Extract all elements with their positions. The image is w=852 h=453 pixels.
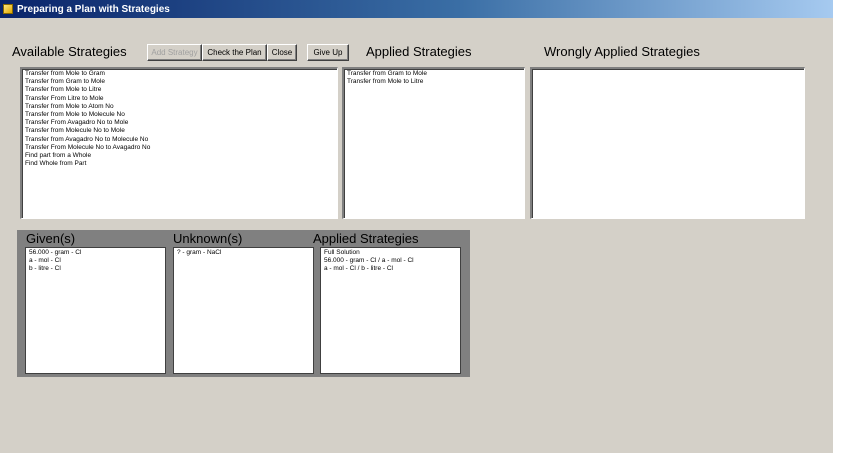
- applied-solution-item[interactable]: a - mol - Cl / b - litre - Cl: [324, 265, 457, 273]
- unknowns-list[interactable]: ? - gram - NaCl: [173, 247, 314, 374]
- unknowns-heading: Unknown(s): [173, 231, 243, 246]
- wrongly-applied-strategies-list[interactable]: [530, 67, 805, 219]
- applied-strategy-item[interactable]: Transfer from Mole to Litre: [347, 78, 521, 86]
- applied-strategies-panel-heading: Applied Strategies: [313, 231, 419, 246]
- applied-strategies-list[interactable]: Transfer from Gram to Mole Transfer from …: [342, 67, 525, 219]
- unknown-item[interactable]: ? - gram - NaCl: [177, 249, 310, 257]
- applied-solution-item[interactable]: Full Solution: [324, 249, 457, 257]
- title-bar: Preparing a Plan with Strategies: [0, 0, 833, 18]
- given-item[interactable]: b - litre - Cl: [29, 265, 162, 273]
- applied-solution-item[interactable]: 56.000 - gram - Cl / a - mol - Cl: [324, 257, 457, 265]
- available-strategy-item[interactable]: Transfer From Molecule No to Avagadro No: [25, 144, 334, 152]
- app-icon: [3, 4, 13, 14]
- available-strategy-item[interactable]: Find part from a Whole: [25, 152, 334, 160]
- givens-heading: Given(s): [26, 231, 76, 246]
- add-strategy-button[interactable]: Add Strategy: [147, 44, 202, 61]
- available-strategy-item[interactable]: Transfer from Gram to Mole: [25, 78, 334, 86]
- wrongly-applied-strategies-heading: Wrongly Applied Strategies: [544, 44, 700, 59]
- available-strategy-item[interactable]: Find Whole from Part: [25, 160, 334, 168]
- applied-strategies-heading: Applied Strategies: [366, 44, 472, 59]
- applied-solution-list[interactable]: Full Solution 56.000 - gram - Cl / a - mo…: [320, 247, 461, 374]
- check-plan-button[interactable]: Check the Plan: [202, 44, 267, 61]
- available-strategies-heading: Available Strategies: [12, 44, 127, 59]
- applied-strategy-item[interactable]: Transfer from Gram to Mole: [347, 70, 521, 78]
- available-strategy-item[interactable]: Transfer from Molecule No to Mole: [25, 127, 334, 135]
- available-strategy-item[interactable]: Transfer from Avagadro No to Molecule No: [25, 136, 334, 144]
- given-item[interactable]: a - mol - Cl: [29, 257, 162, 265]
- plan-panel: Given(s) Unknown(s) Applied Strategies 5…: [17, 230, 470, 377]
- window-title: Preparing a Plan with Strategies: [17, 3, 170, 15]
- available-strategy-item[interactable]: Transfer From Avagadro No to Mole: [25, 119, 334, 127]
- given-item[interactable]: 56.000 - gram - Cl: [29, 249, 162, 257]
- available-strategy-item[interactable]: Transfer from Mole to Litre: [25, 86, 334, 94]
- give-up-button[interactable]: Give Up: [307, 44, 349, 61]
- available-strategy-item[interactable]: Transfer from Mole to Atom No: [25, 103, 334, 111]
- close-button[interactable]: Close: [267, 44, 297, 61]
- main-window: Preparing a Plan with Strategies Availab…: [0, 0, 833, 453]
- available-strategy-item[interactable]: Transfer From Litre to Mole: [25, 95, 334, 103]
- givens-list[interactable]: 56.000 - gram - Cl a - mol - Cl b - litre …: [25, 247, 166, 374]
- available-strategies-list[interactable]: Transfer from Mole to Gram Transfer from …: [20, 67, 338, 219]
- available-strategy-item[interactable]: Transfer from Mole to Molecule No: [25, 111, 334, 119]
- available-strategy-item[interactable]: Transfer from Mole to Gram: [25, 70, 334, 78]
